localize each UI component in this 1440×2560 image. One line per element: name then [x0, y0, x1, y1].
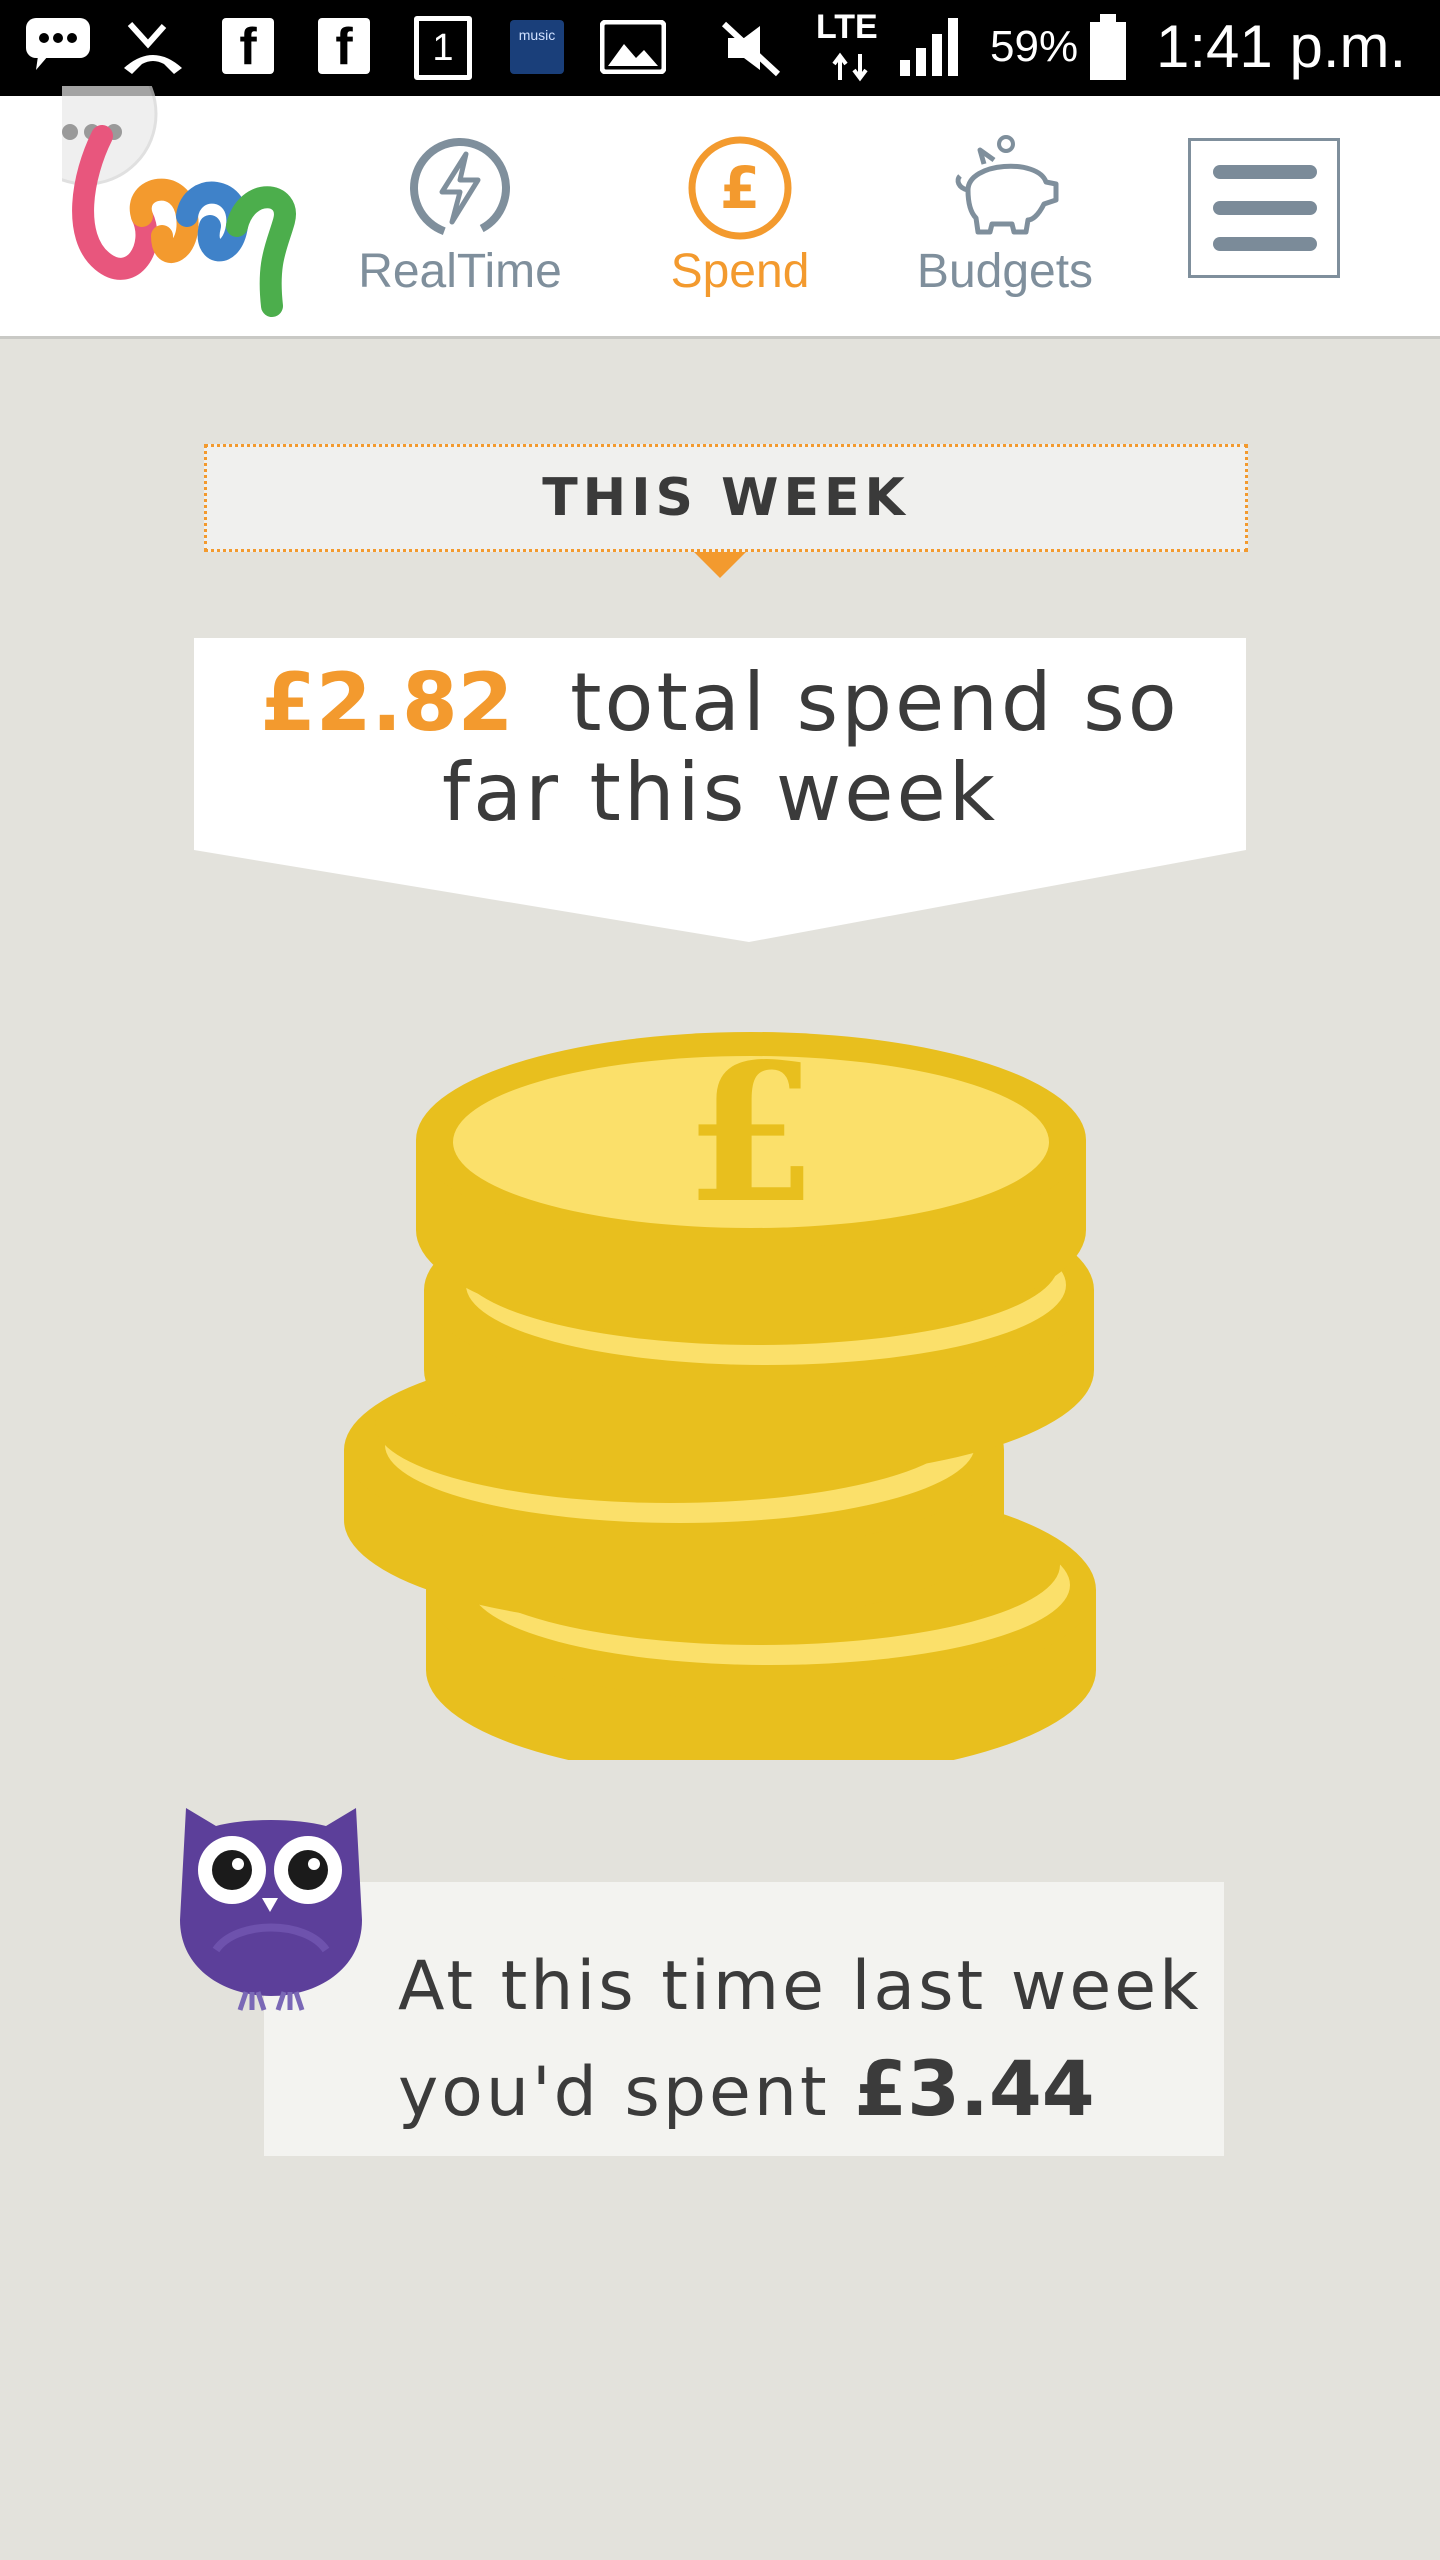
comparison-amount: £3.44 — [854, 2044, 1095, 2133]
app-header: RealTime £ Spend Budgets — [0, 86, 1440, 339]
hamburger-menu-button[interactable] — [1188, 138, 1340, 278]
chat-bubble-icon — [26, 18, 90, 70]
lte-indicator: LTE — [816, 8, 878, 46]
signal-icon — [900, 18, 958, 76]
last-week-comparison-card: At this time last week you'd spent £3.44 — [264, 1882, 1224, 2156]
total-spend-text: £2.82 total spend so far this week — [194, 658, 1246, 838]
tab-realtime[interactable]: RealTime — [330, 96, 590, 326]
clock: 1:41 p.m. — [1156, 13, 1407, 80]
tab-budgets[interactable]: Budgets — [880, 96, 1130, 326]
piggy-bank-icon — [955, 135, 1059, 235]
tab-realtime-label: RealTime — [358, 245, 562, 298]
coin-stack-illustration: £ — [344, 1030, 1096, 1760]
total-spend-amount: £2.82 — [260, 656, 514, 749]
pound-coin-icon: £ — [685, 1030, 817, 1245]
missed-call-icon — [124, 21, 182, 74]
lightning-icon — [410, 138, 510, 238]
comparison-text: At this time last week you'd spent £3.44 — [398, 1936, 1224, 2144]
tab-spend-label: Spend — [670, 245, 810, 298]
owl-icon — [180, 1808, 362, 2011]
pound-icon: £ — [688, 136, 792, 240]
period-selector[interactable]: THIS WEEK — [204, 444, 1248, 552]
total-spend-caption: total spend so far this week — [441, 656, 1180, 839]
total-spend-card: £2.82 total spend so far this week — [194, 638, 1246, 942]
calendar-icon: 1 — [414, 16, 472, 80]
tab-spend[interactable]: £ Spend — [620, 96, 860, 326]
tab-budgets-label: Budgets — [916, 245, 1094, 298]
battery-percent: 59% — [990, 22, 1079, 71]
mute-icon — [721, 21, 781, 77]
period-caret-icon — [694, 552, 746, 578]
lte-arrows-icon — [832, 52, 868, 82]
svg-text:£: £ — [720, 154, 760, 222]
amazon-music-icon: music — [510, 20, 564, 74]
period-label: THIS WEEK — [542, 468, 910, 528]
battery-icon — [1090, 14, 1126, 80]
status-bar: f f 1 music LTE 59% 1:41 p.m. — [0, 0, 1440, 96]
gallery-icon — [600, 20, 666, 74]
facebook-icon: f — [318, 18, 370, 76]
app-logo[interactable] — [62, 86, 362, 326]
facebook-icon: f — [222, 18, 274, 76]
